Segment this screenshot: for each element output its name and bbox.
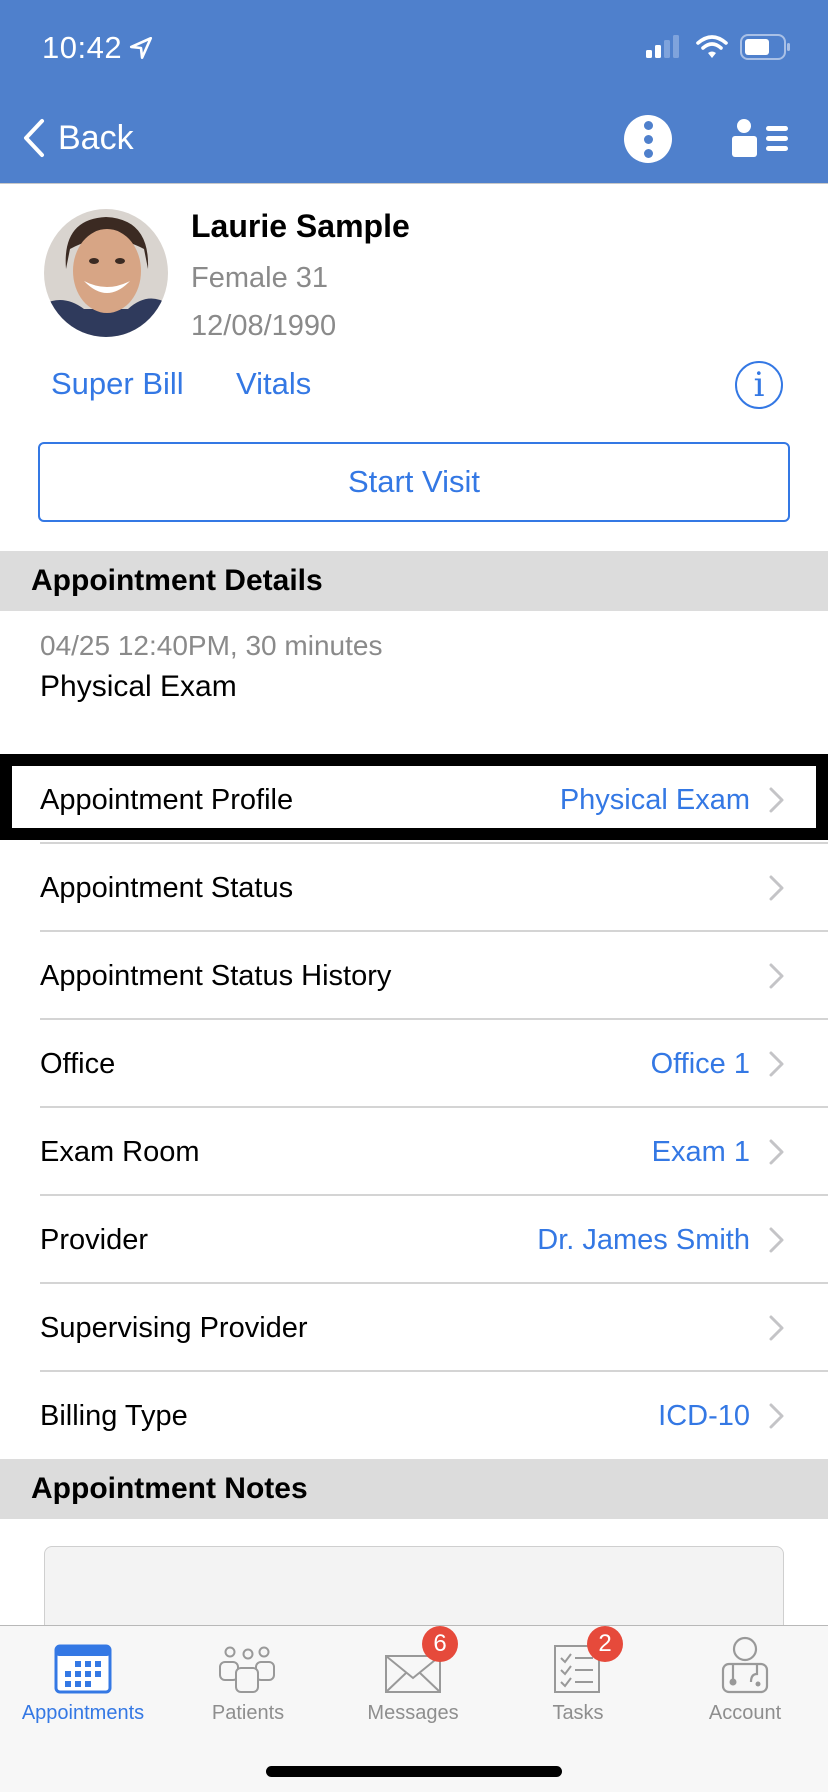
patient-gender-age: Female 31 [191, 262, 329, 294]
chevron-right-icon [769, 1051, 784, 1077]
chevron-left-icon [24, 119, 44, 157]
appointment-summary: 04/25 12:40PM, 30 minutes Physical Exam [40, 630, 382, 704]
home-indicator [266, 1766, 562, 1777]
detail-row-appointment-status-history[interactable]: Appointment Status History [0, 932, 828, 1020]
tab-tasks[interactable]: 2 Tasks [495, 1626, 661, 1725]
appointment-details-header: Appointment Details [0, 551, 828, 611]
row-label: Provider [40, 1223, 148, 1256]
doctor-icon [721, 1636, 769, 1694]
detail-row-office[interactable]: Office Office 1 [0, 1020, 828, 1108]
chevron-right-icon [769, 963, 784, 989]
more-options-button[interactable] [624, 115, 672, 163]
super-bill-link[interactable]: Super Bill [51, 366, 184, 402]
status-time: 10:42 [42, 30, 154, 66]
vitals-link[interactable]: Vitals [236, 366, 311, 402]
tab-messages[interactable]: 6 Messages [330, 1626, 496, 1725]
chevron-right-icon [769, 1227, 784, 1253]
detail-row-appointment-status[interactable]: Appointment Status [0, 844, 828, 932]
patient-name: Laurie Sample [191, 208, 410, 244]
cellular-signal-icon [646, 35, 679, 58]
chevron-right-icon [769, 875, 784, 901]
chevron-right-icon [769, 1403, 784, 1429]
wifi-icon [696, 35, 728, 58]
row-label: Supervising Provider [40, 1311, 308, 1344]
messages-badge: 6 [422, 1626, 458, 1662]
tab-label: Patients [211, 1702, 285, 1724]
location-arrow-icon [130, 36, 153, 60]
row-label: Exam Room [40, 1135, 200, 1168]
tab-account[interactable]: Account [662, 1636, 828, 1725]
row-value: Office 1 [650, 1047, 750, 1080]
back-button[interactable]: Back [22, 118, 134, 158]
appointment-time: 04/25 12:40PM, 30 minutes [40, 630, 383, 661]
chevron-right-icon [769, 1139, 784, 1165]
back-label: Back [58, 118, 134, 157]
appointment-type: Physical Exam [40, 670, 237, 703]
navigation-bar: 10:42 Back [0, 0, 828, 184]
chevron-right-icon [769, 1315, 784, 1341]
patient-avatar [44, 209, 168, 337]
more-vertical-icon-dot [643, 148, 653, 158]
more-vertical-icon-dot [643, 134, 653, 144]
clock-text: 10:42 [42, 30, 123, 65]
row-label: Appointment Profile [40, 783, 294, 816]
start-visit-button[interactable]: Start Visit [38, 442, 790, 522]
calendar-icon [54, 1644, 112, 1694]
detail-row-supervising-provider[interactable]: Supervising Provider [0, 1284, 828, 1372]
appointment-notes-header: Appointment Notes [0, 1459, 828, 1519]
row-label: Office [40, 1047, 116, 1080]
tab-label: Account [708, 1702, 782, 1724]
battery-icon [740, 34, 790, 60]
tab-label: Messages [367, 1702, 459, 1724]
detail-row-exam-room[interactable]: Exam Room Exam 1 [0, 1108, 828, 1196]
row-label: Appointment Status [40, 871, 294, 904]
row-value: Physical Exam [559, 783, 750, 816]
people-icon [219, 1646, 275, 1693]
tab-label: Tasks [552, 1702, 604, 1724]
patient-dob: 12/08/1990 [191, 310, 337, 342]
tab-appointments[interactable]: Appointments [0, 1636, 166, 1725]
detail-row-provider[interactable]: Provider Dr. James Smith [0, 1196, 828, 1284]
chevron-right-icon [769, 787, 784, 813]
row-label: Billing Type [40, 1399, 188, 1432]
row-label: Appointment Status History [40, 959, 392, 992]
info-glyph: i [753, 365, 765, 405]
tab-label: Appointments [21, 1702, 145, 1724]
row-value: Exam 1 [651, 1135, 750, 1168]
detail-row-billing-type[interactable]: Billing Type ICD-10 [0, 1372, 828, 1460]
info-icon[interactable]: i [735, 361, 783, 409]
detail-row-appointment-profile[interactable]: Appointment Profile Physical Exam [0, 756, 828, 844]
status-icons [646, 34, 792, 60]
row-value: ICD-10 [658, 1399, 750, 1432]
person-list-icon[interactable] [730, 118, 790, 158]
tab-patients[interactable]: Patients [165, 1636, 331, 1725]
tasks-badge: 2 [587, 1626, 623, 1662]
row-value: Dr. James Smith [537, 1223, 750, 1256]
more-vertical-icon-dot [643, 120, 653, 130]
